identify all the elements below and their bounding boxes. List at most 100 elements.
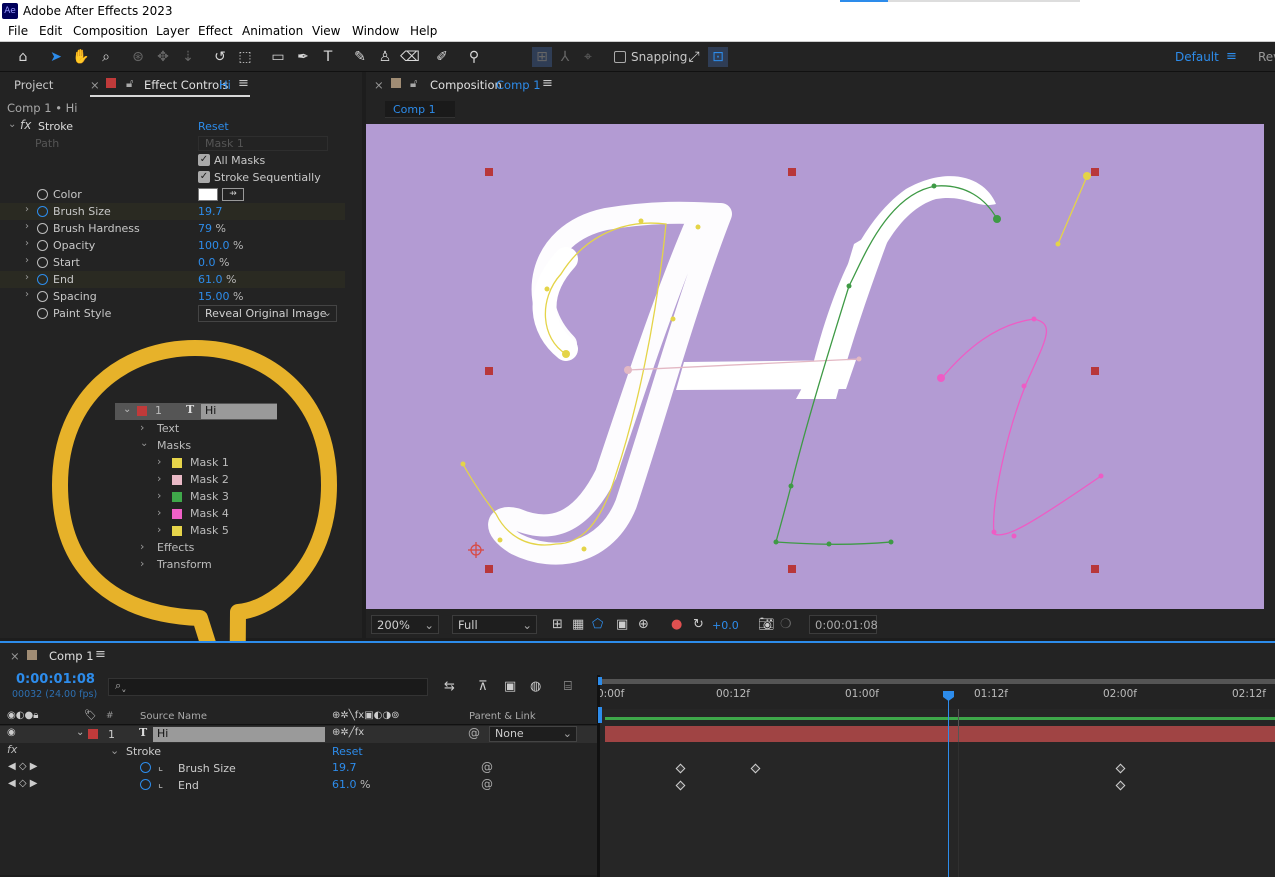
- parent-dropdown[interactable]: None ⌄: [489, 726, 577, 742]
- hide-shy-layers-icon[interactable]: ▣: [504, 679, 516, 694]
- chevron-right-icon[interactable]: ›: [25, 272, 29, 283]
- chevron-right-icon[interactable]: ›: [157, 455, 161, 468]
- prop-value[interactable]: 100.0 %: [198, 239, 243, 252]
- eye-icon[interactable]: ◉: [7, 727, 16, 738]
- graph-icon[interactable]: ⌞: [158, 777, 163, 790]
- puppet-pin-icon[interactable]: ⚲: [464, 47, 484, 67]
- grid-guides-icon[interactable]: ⊕: [638, 617, 649, 632]
- chevron-right-icon[interactable]: ›: [140, 421, 144, 434]
- show-snapshot-icon[interactable]: ❍: [780, 617, 792, 632]
- chevron-right-icon[interactable]: ›: [25, 255, 29, 266]
- pan-camera-icon[interactable]: ✥: [153, 47, 173, 67]
- menu-effect[interactable]: Effect: [198, 24, 233, 38]
- playhead-line[interactable]: [948, 691, 949, 877]
- 3d-axis-icon[interactable]: ⅄: [555, 47, 575, 67]
- zoom-tool-icon[interactable]: ⌕: [96, 47, 116, 67]
- type-tool-icon[interactable]: T: [318, 47, 338, 67]
- keyframe-navigator-icons[interactable]: ◀ ◇ ▶: [8, 761, 37, 772]
- menu-animation[interactable]: Animation: [242, 24, 303, 38]
- snapping-checkbox[interactable]: [614, 51, 626, 63]
- reset-link[interactable]: Reset: [198, 120, 229, 133]
- timeline-layer-row[interactable]: ◉ ⌄ 1 T Hi ⊕✲╱fx @ None ⌄: [0, 726, 597, 743]
- tab-timeline-comp[interactable]: Comp 1: [49, 649, 94, 663]
- keyframe-navigator-icons[interactable]: ◀ ◇ ▶: [8, 778, 37, 789]
- stopwatch-icon[interactable]: [37, 308, 48, 319]
- color-channels-icon[interactable]: ●: [671, 617, 682, 632]
- effect-stroke-row[interactable]: ⌄ fx Stroke Reset: [0, 118, 345, 135]
- work-area-start-handle[interactable]: [598, 677, 602, 685]
- chevron-down-icon[interactable]: ⌄: [110, 744, 119, 757]
- composition-mini-flowchart-icon[interactable]: ⇆: [444, 679, 455, 694]
- chevron-down-icon[interactable]: ⌄: [140, 438, 148, 449]
- stopwatch-icon[interactable]: [37, 240, 48, 251]
- roto-brush-icon[interactable]: ✐: [432, 47, 452, 67]
- prop-value[interactable]: 0.0 %: [198, 256, 229, 269]
- callout-masks-row[interactable]: ⌄ Masks: [115, 438, 277, 455]
- chevron-down-icon[interactable]: ⌄: [123, 404, 131, 415]
- eraser-tool-icon[interactable]: ⌫: [400, 47, 420, 67]
- draft-3d-icon[interactable]: ⊼: [478, 679, 488, 694]
- comp-subtab[interactable]: Comp 1: [385, 101, 455, 118]
- fx-icon[interactable]: fx: [20, 118, 31, 132]
- menu-window[interactable]: Window: [352, 24, 399, 38]
- paint-style-dropdown[interactable]: Reveal Original Image ⌄: [198, 305, 337, 322]
- keyframe[interactable]: [750, 763, 761, 774]
- region-of-interest-icon[interactable]: ▣: [616, 617, 628, 632]
- comp-viewer[interactable]: [366, 124, 1264, 609]
- stroke-sequentially-checkbox[interactable]: ✓: [198, 171, 210, 183]
- layer-bar[interactable]: [605, 726, 1275, 742]
- rectangle-tool-icon[interactable]: ▭: [268, 47, 288, 67]
- stopwatch-icon[interactable]: [37, 206, 48, 217]
- chevron-right-icon[interactable]: ›: [157, 489, 161, 502]
- stopwatch-icon[interactable]: [37, 274, 48, 285]
- stopwatch-icon[interactable]: [140, 762, 151, 773]
- tab-effect-controls[interactable]: Effect Controls: [144, 78, 228, 92]
- menu-layer[interactable]: Layer: [156, 24, 189, 38]
- chevron-right-icon[interactable]: ›: [157, 472, 161, 485]
- timeline-stroke-row[interactable]: fx ⌄ Stroke Reset: [0, 743, 597, 760]
- panel-menu-icon[interactable]: ≡: [238, 76, 249, 91]
- all-masks-checkbox[interactable]: ✓: [198, 154, 210, 166]
- stopwatch-icon[interactable]: [37, 223, 48, 234]
- callout-mask-item[interactable]: › Mask 3: [115, 489, 277, 506]
- chevron-right-icon[interactable]: ›: [25, 221, 29, 232]
- keyframe[interactable]: [1115, 780, 1126, 791]
- stopwatch-icon[interactable]: [140, 779, 151, 790]
- pick-whip-icon[interactable]: @: [481, 760, 493, 774]
- brush-size-value[interactable]: 19.7: [332, 761, 357, 774]
- lock-icon[interactable]: 🔓︎: [410, 76, 417, 91]
- callout-effects-row[interactable]: › Effects: [115, 540, 277, 557]
- workspace-review[interactable]: Rev: [1258, 50, 1275, 64]
- end-value[interactable]: 61.0 %: [332, 778, 370, 791]
- workspace-menu-icon[interactable]: ≡: [1226, 49, 1237, 64]
- parent-link-header[interactable]: Parent & Link: [469, 711, 536, 722]
- pick-whip-icon[interactable]: @: [468, 726, 480, 740]
- callout-mask-item[interactable]: › Mask 4: [115, 506, 277, 523]
- callout-text-row[interactable]: › Text: [115, 421, 277, 438]
- menu-file[interactable]: File: [8, 24, 28, 38]
- fx-icon[interactable]: fx: [7, 743, 17, 756]
- tab-composition[interactable]: Composition: [430, 78, 502, 92]
- layer-name[interactable]: Hi: [153, 727, 325, 742]
- pan-behind-tool-icon[interactable]: ⬚: [235, 47, 255, 67]
- workspace-default[interactable]: Default: [1175, 50, 1219, 64]
- stopwatch-icon[interactable]: [37, 257, 48, 268]
- chevron-right-icon[interactable]: ›: [157, 523, 161, 536]
- lock-icon[interactable]: 🔓︎: [126, 76, 133, 91]
- hand-tool-icon[interactable]: ✋: [71, 47, 91, 67]
- source-name-header[interactable]: Source Name: [140, 711, 207, 722]
- transparency-grid-icon[interactable]: ▦: [572, 617, 584, 632]
- resolution-dropdown[interactable]: Full ⌄: [452, 615, 537, 634]
- orbit-camera-icon[interactable]: ⊛: [128, 47, 148, 67]
- pick-whip-icon[interactable]: @: [481, 777, 493, 791]
- stopwatch-icon[interactable]: [37, 189, 48, 200]
- time-ruler[interactable]: 0:00f 00:12f 01:00f 01:12f 02:00f 02:12f: [597, 677, 1275, 707]
- tab-composition-name[interactable]: Comp 1: [496, 78, 541, 92]
- layer-name[interactable]: Hi: [201, 404, 277, 419]
- fast-preview-icon[interactable]: ⊞: [552, 617, 563, 632]
- menu-help[interactable]: Help: [410, 24, 437, 38]
- mask-visibility-icon[interactable]: ⬠: [592, 617, 603, 632]
- callout-mask-item[interactable]: › Mask 1: [115, 455, 277, 472]
- chevron-right-icon[interactable]: ›: [157, 506, 161, 519]
- chevron-right-icon[interactable]: ›: [140, 540, 144, 553]
